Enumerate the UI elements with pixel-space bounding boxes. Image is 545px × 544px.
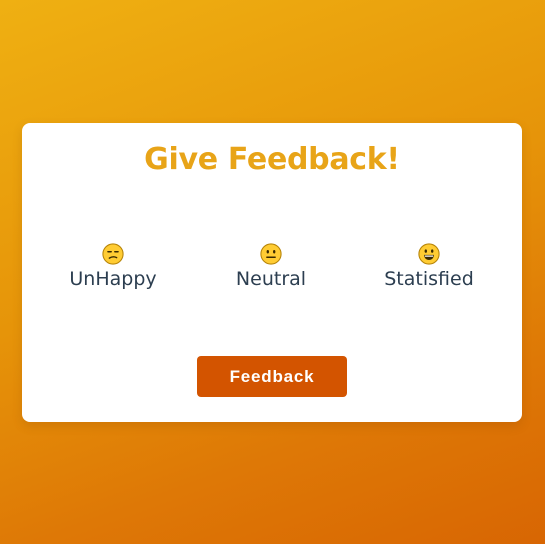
neutral-face-icon — [260, 243, 282, 265]
rating-option-neutral[interactable]: Neutral — [206, 243, 336, 291]
rating-option-unhappy[interactable]: UnHappy — [48, 243, 178, 291]
rating-option-label: Statisfied — [384, 268, 474, 290]
feedback-button[interactable]: Feedback — [197, 356, 347, 397]
rating-option-label: UnHappy — [69, 268, 157, 290]
card-title: Give Feedback! — [144, 142, 400, 177]
rating-options: UnHappy Neutral Statisfied — [22, 243, 522, 303]
unamused-face-icon — [102, 243, 124, 265]
feedback-card: Give Feedback! UnHappy Neutral Statisfie… — [22, 123, 522, 422]
grinning-face-icon — [418, 243, 440, 265]
rating-option-label: Neutral — [235, 268, 307, 290]
rating-option-satisfied[interactable]: Statisfied — [364, 243, 494, 291]
